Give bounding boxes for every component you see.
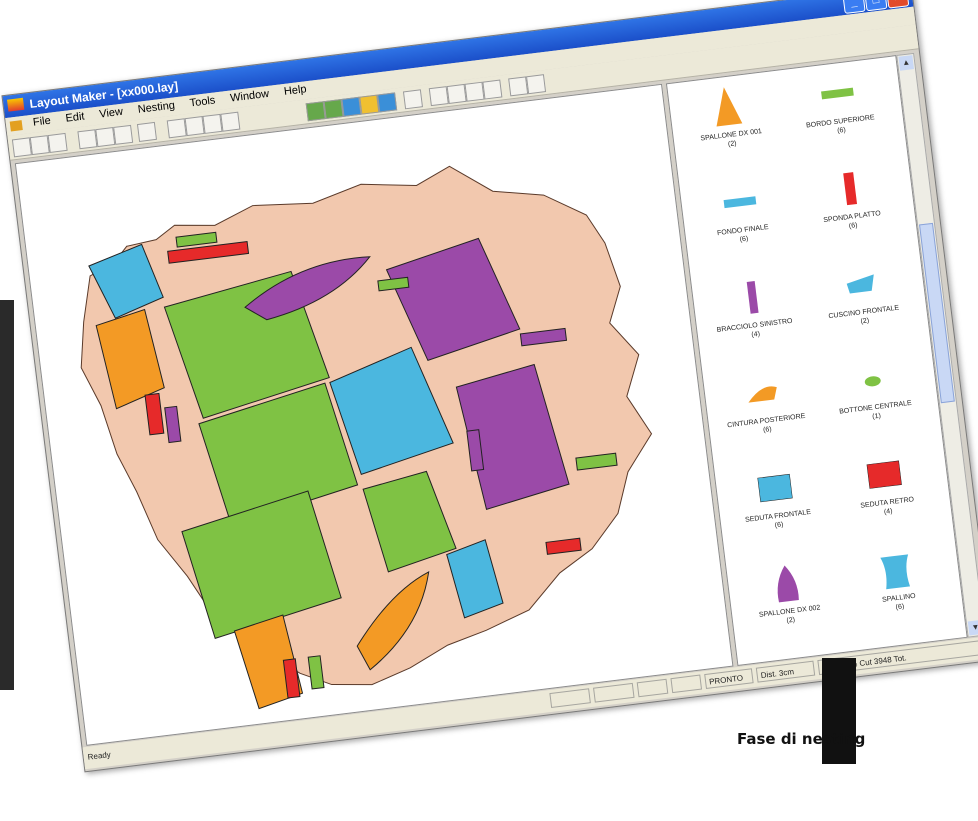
copy-icon[interactable]: [95, 127, 116, 148]
undo-icon[interactable]: [166, 118, 187, 139]
piece-6-shape: [747, 386, 777, 403]
piece-2-shape: [723, 196, 756, 209]
piece-item[interactable]: FONDO FINALE (6): [684, 170, 798, 266]
status-cell: [549, 688, 591, 708]
paste-icon[interactable]: [113, 124, 134, 145]
hide-gray-icon[interactable]: [402, 89, 424, 110]
grid-icon[interactable]: [428, 86, 449, 107]
piece-item[interactable]: BORDO SUPERIORE (6): [782, 61, 896, 157]
menu-view[interactable]: View: [92, 103, 129, 123]
piece-0-shape: [716, 87, 742, 127]
piece-item[interactable]: SEDUTA FRONTALE (6): [719, 456, 833, 552]
status-cell: [636, 678, 669, 698]
status-cell: [593, 682, 635, 703]
zoom-fit-icon[interactable]: [464, 81, 485, 102]
print-icon[interactable]: [136, 121, 157, 142]
scroll-up-arrow-icon[interactable]: ▲: [898, 55, 915, 71]
piece-10-shape: [777, 565, 799, 603]
menu-help[interactable]: Help: [277, 81, 313, 101]
piece-9-shape: [866, 460, 902, 489]
monitor-stand: [822, 658, 856, 764]
nest-step-icon[interactable]: [323, 98, 344, 120]
piece-8-shape: [756, 473, 793, 503]
scroll-down-arrow-icon[interactable]: ▼: [967, 619, 978, 636]
piece-item[interactable]: SPALLINO (6): [840, 538, 954, 634]
piece-item[interactable]: BOTTONE CENTRALE (1): [817, 347, 931, 443]
piece-item[interactable]: CUSCINO FRONTALE (2): [805, 252, 919, 348]
photo-caption: Fase di nesting: [737, 730, 866, 748]
status-cell: PRONTO: [704, 668, 754, 689]
piece-4-shape: [746, 281, 759, 314]
save-icon[interactable]: [47, 132, 68, 153]
app-window: Layout Maker - [xx000.lay] _ □ ✕ File Ed…: [1, 0, 978, 773]
piece-item[interactable]: SPALLONE DX 001 (2): [672, 75, 786, 171]
piece-11-shape: [879, 554, 910, 590]
piece-3-shape: [842, 172, 857, 206]
piece-5-shape: [846, 274, 874, 294]
status-ready: Ready: [87, 750, 112, 762]
piece-item[interactable]: CINTURA POSTERIORE (6): [708, 361, 822, 457]
nesting-drawing: [80, 165, 653, 710]
piece-item[interactable]: SPALLONE DX 002 (2): [731, 551, 845, 647]
nest-auto-icon[interactable]: [305, 101, 326, 122]
piece-list-icon[interactable]: [359, 94, 380, 115]
nest-stop-icon[interactable]: [341, 96, 362, 117]
app-icon: [7, 97, 25, 112]
menu-file[interactable]: File: [26, 112, 57, 132]
zoom-icon[interactable]: [446, 83, 467, 104]
nesting-canvas[interactable]: [14, 83, 734, 746]
status-cell: Dist. 3cm: [755, 660, 816, 683]
zoom-window-icon[interactable]: [482, 79, 503, 100]
piece-item[interactable]: BRACCIOLO SINISTRO (4): [696, 265, 810, 361]
layer-icon[interactable]: [377, 92, 398, 113]
piece-item[interactable]: SEDUTA RETRO (4): [828, 443, 942, 539]
redo-icon[interactable]: [184, 116, 205, 137]
menu-tools[interactable]: Tools: [183, 92, 222, 112]
menu-edit[interactable]: Edit: [59, 108, 92, 128]
piece-7-shape: [864, 376, 881, 387]
cut-icon[interactable]: [77, 129, 98, 150]
settings-icon[interactable]: [526, 74, 547, 95]
piece-1-shape: [820, 87, 854, 100]
piece-item[interactable]: SPONDA PLATTO (6): [793, 157, 907, 253]
mirror-icon[interactable]: [220, 111, 241, 132]
status-cell: [670, 674, 703, 694]
document-icon: [9, 120, 23, 132]
flag-icon[interactable]: [508, 76, 529, 97]
new-file-icon[interactable]: [11, 137, 32, 158]
rotate-icon[interactable]: [202, 113, 223, 134]
open-folder-icon[interactable]: [29, 135, 50, 156]
